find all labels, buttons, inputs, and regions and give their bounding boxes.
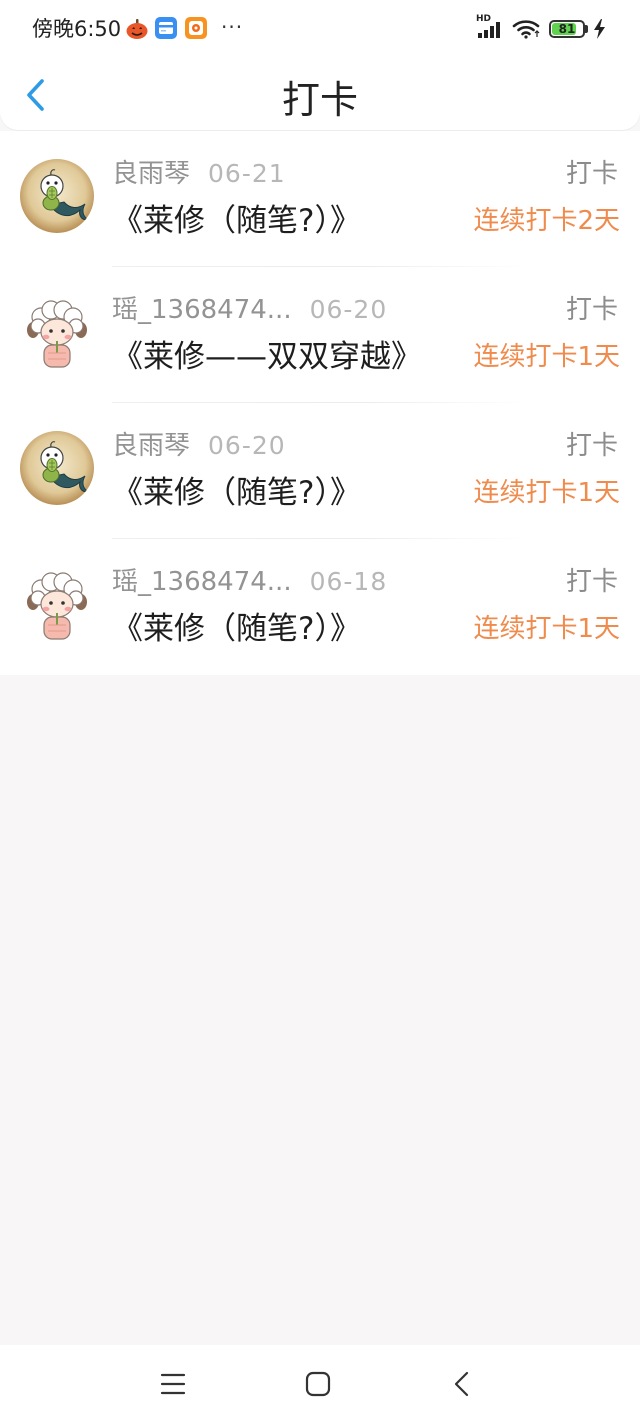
wifi-icon: [512, 20, 540, 39]
avatar[interactable]: [20, 431, 94, 505]
checkin-type-label: 打卡: [565, 431, 618, 461]
page-title: 打卡: [281, 78, 358, 122]
orange-app-icon: [185, 17, 207, 39]
sheep-avatar-image: [20, 567, 94, 641]
checkin-item[interactable]: 良雨琴 06-21 打卡 《莱修（随笔?）》 连续打卡2天: [0, 131, 640, 267]
user-name: 瑶_1368474...: [112, 567, 292, 597]
checkin-type-label: 打卡: [565, 567, 618, 597]
checkin-item[interactable]: 良雨琴 06-20 打卡 《莱修（随笔?）》 连续打卡1天: [0, 403, 640, 539]
system-back-button[interactable]: [437, 1359, 487, 1409]
checkin-item[interactable]: 瑶_1368474... 06-20 打卡 《莱修——双双穿越》 连续打卡1天: [0, 267, 640, 403]
header: 打卡: [0, 58, 640, 130]
work-title: 《莱修——双双穿越》: [112, 339, 422, 375]
system-nav-bar: [0, 1345, 640, 1422]
avatar[interactable]: [20, 295, 94, 369]
avatar[interactable]: [20, 567, 94, 641]
mermaid-avatar-image: [20, 159, 94, 233]
streak-label: 连续打卡1天: [473, 614, 620, 644]
user-name: 良雨琴: [112, 431, 191, 461]
checkin-type-label: 打卡: [565, 295, 618, 325]
streak-label: 连续打卡1天: [473, 342, 620, 372]
sheep-avatar-image: [20, 295, 94, 369]
card-app-icon: [155, 17, 177, 39]
checkin-date: 06-21: [208, 159, 286, 188]
user-name: 瑶_1368474...: [112, 295, 292, 325]
streak-label: 连续打卡1天: [473, 478, 620, 508]
battery-indicator: 81: [549, 20, 585, 38]
checkin-item[interactable]: 瑶_1368474... 06-18 打卡 《莱修（随笔?）》 连续打卡1天: [0, 539, 640, 675]
work-title: 《莱修（随笔?）》: [112, 611, 361, 647]
checkin-meta: 良雨琴 06-20: [112, 431, 286, 461]
status-time: 傍晚6:50: [32, 17, 122, 41]
pumpkin-icon: [126, 19, 148, 39]
checkin-date: 06-20: [309, 295, 388, 324]
work-title: 《莱修（随笔?）》: [112, 475, 361, 511]
battery-cap: [585, 25, 588, 33]
more-notifications: ···: [221, 15, 244, 39]
menu-icon: [160, 1373, 186, 1395]
user-name: 良雨琴: [112, 159, 191, 189]
work-title: 《莱修（随笔?）》: [112, 203, 361, 239]
recent-apps-button[interactable]: [148, 1359, 198, 1409]
status-bar: 傍晚6:50 ··· HD 81: [0, 0, 640, 58]
avatar[interactable]: [20, 159, 94, 233]
checkin-meta: 瑶_1368474... 06-20: [112, 295, 387, 325]
checkin-list: 良雨琴 06-21 打卡 《莱修（随笔?）》 连续打卡2天 瑶_1368474.…: [0, 131, 640, 675]
checkin-meta: 瑶_1368474... 06-18: [112, 567, 387, 597]
battery-level: 81: [558, 22, 576, 36]
streak-label: 连续打卡2天: [473, 206, 620, 236]
bolt-icon: [594, 19, 605, 39]
checkin-type-label: 打卡: [565, 159, 618, 189]
checkin-meta: 良雨琴 06-21: [112, 159, 286, 189]
mermaid-avatar-image: [20, 431, 94, 505]
home-square-icon: [305, 1371, 331, 1397]
checkin-date: 06-18: [309, 567, 388, 596]
top-bar: 傍晚6:50 ··· HD 81 打卡: [0, 0, 640, 130]
checkin-date: 06-20: [208, 431, 286, 460]
home-button[interactable]: [293, 1359, 343, 1409]
signal-icon: [478, 22, 500, 38]
back-chevron-icon: [454, 1371, 469, 1397]
